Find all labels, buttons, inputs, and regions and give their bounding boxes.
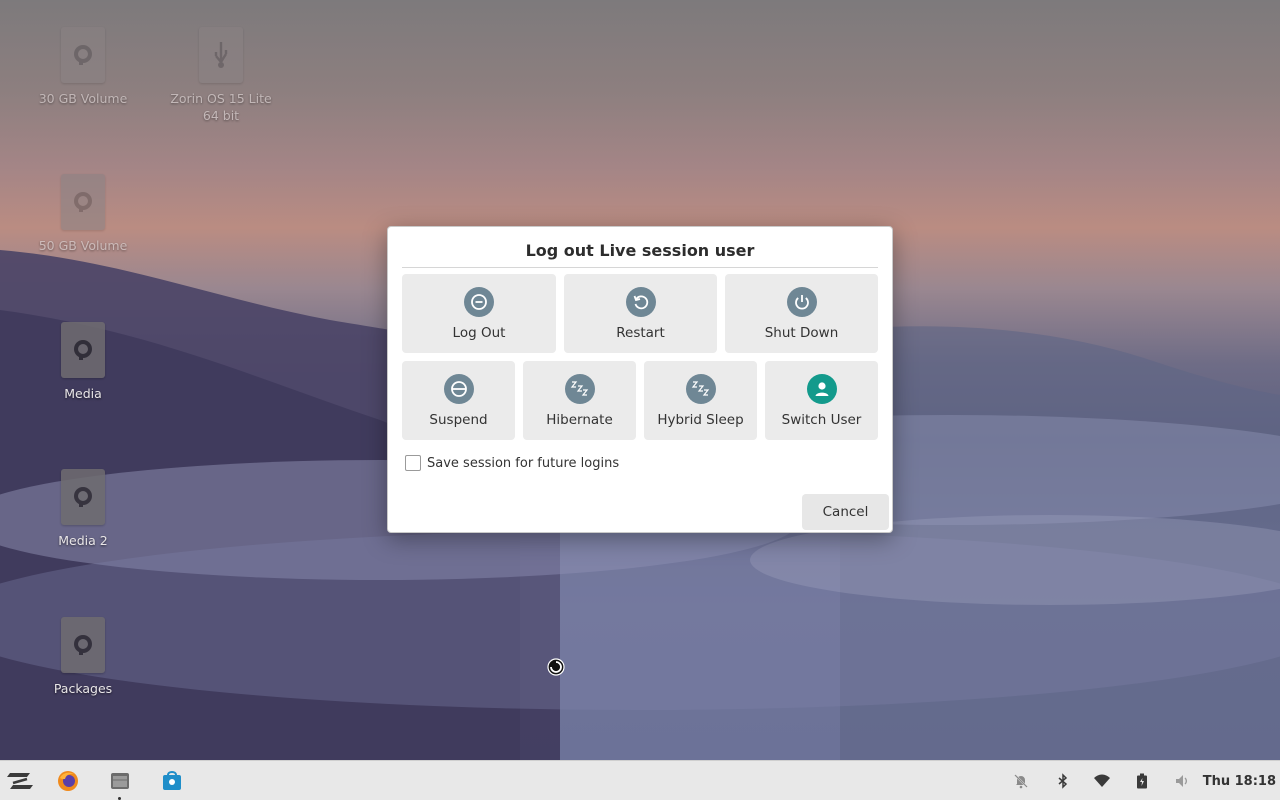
hybrid-sleep-button[interactable]: Hybrid Sleep xyxy=(644,361,757,440)
logout-icon xyxy=(464,287,494,317)
software-store-button[interactable] xyxy=(158,761,186,801)
restart-button[interactable]: Restart xyxy=(564,274,717,353)
option-label: Log Out xyxy=(452,325,506,341)
dialog-title: Log out Live session user xyxy=(525,241,755,260)
wifi-icon[interactable] xyxy=(1091,761,1113,801)
drive-icon xyxy=(61,617,105,673)
drive-icon xyxy=(61,469,105,525)
hibernate-button[interactable]: Hibernate xyxy=(523,361,636,440)
save-session-label[interactable]: Save session for future logins xyxy=(427,456,619,471)
desktop-icon-zorin-os-usb[interactable]: Zorin OS 15 Lite 64 bit xyxy=(166,27,276,124)
desktop-icon-50gb-volume[interactable]: 50 GB Volume xyxy=(28,174,138,254)
cancel-button[interactable]: Cancel xyxy=(802,494,889,530)
desktop-icon-label: Media 2 xyxy=(58,533,108,548)
volume-icon[interactable] xyxy=(1171,761,1193,801)
drive-icon xyxy=(61,322,105,378)
sleep-icon xyxy=(685,374,716,404)
suspend-button[interactable]: Suspend xyxy=(402,361,515,440)
firefox-icon xyxy=(58,771,78,791)
save-session-row: Save session for future logins xyxy=(405,455,619,471)
suspend-icon xyxy=(443,374,474,404)
desktop-icon-packages[interactable]: Packages xyxy=(28,617,138,697)
files-icon xyxy=(111,773,129,789)
drive-icon xyxy=(61,27,105,83)
desktop-icon-label: Zorin OS 15 Lite 64 bit xyxy=(170,91,272,123)
firefox-button[interactable] xyxy=(54,761,82,801)
clock[interactable]: Thu 18:18 xyxy=(1203,761,1276,801)
option-label: Restart xyxy=(616,325,665,341)
desktop: 30 GB Volume Zorin OS 15 Lite 64 bit 50 … xyxy=(0,0,1280,760)
switch-user-button[interactable]: Switch User xyxy=(765,361,878,440)
divider xyxy=(402,267,878,268)
option-label: Hibernate xyxy=(546,412,613,428)
option-label: Shut Down xyxy=(764,325,839,341)
option-label: Hybrid Sleep xyxy=(657,412,744,428)
software-store-icon xyxy=(163,771,181,790)
user-icon xyxy=(806,374,837,404)
usb-drive-icon xyxy=(199,27,243,83)
logout-dialog: Log out Live session user Log Out Restar… xyxy=(387,226,893,533)
sleep-icon xyxy=(564,374,595,404)
desktop-icon-label: 50 GB Volume xyxy=(38,238,128,253)
desktop-icon-label: Packages xyxy=(53,681,113,696)
files-button[interactable] xyxy=(106,761,134,801)
battery-icon[interactable] xyxy=(1131,761,1153,801)
shut-down-button[interactable]: Shut Down xyxy=(725,274,878,353)
desktop-icon-media[interactable]: Media xyxy=(28,322,138,402)
zorin-menu-icon xyxy=(7,773,33,789)
bluetooth-icon[interactable] xyxy=(1052,761,1074,801)
drive-icon xyxy=(61,174,105,230)
taskbar: Thu 18:18 xyxy=(0,760,1280,800)
desktop-icon-media-2[interactable]: Media 2 xyxy=(28,469,138,549)
option-label: Switch User xyxy=(781,412,862,428)
log-out-button[interactable]: Log Out xyxy=(402,274,556,353)
desktop-icon-label: Media xyxy=(64,386,102,401)
desktop-icon-label: 30 GB Volume xyxy=(38,91,128,106)
busy-cursor-icon xyxy=(547,658,565,676)
notifications-off-icon[interactable] xyxy=(1010,761,1032,801)
desktop-icon-30gb-volume[interactable]: 30 GB Volume xyxy=(28,27,138,107)
restart-icon xyxy=(625,287,656,317)
power-icon xyxy=(786,287,817,317)
option-label: Suspend xyxy=(429,412,488,428)
zorin-menu-button[interactable] xyxy=(4,761,36,801)
save-session-checkbox[interactable] xyxy=(405,455,421,471)
